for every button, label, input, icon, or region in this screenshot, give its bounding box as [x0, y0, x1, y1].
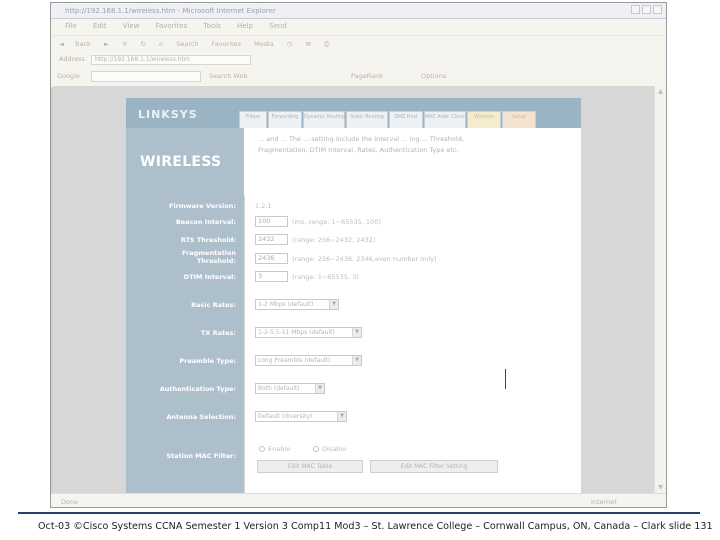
footer-divider	[18, 512, 700, 514]
history-icon[interactable]: ◷	[287, 40, 293, 48]
radio-icon	[313, 446, 319, 452]
search-web-button[interactable]: Search Web	[209, 72, 248, 80]
rts-threshold-input[interactable]: 2432	[255, 234, 288, 245]
basic-rates-label: Basic Rates:	[191, 301, 236, 309]
mac-filter-label: Station MAC Filter:	[166, 452, 236, 460]
menu-edit[interactable]: Edit	[93, 22, 107, 30]
intro-line-2: Fragmentation, DTIM Interval, Rates, Aut…	[258, 146, 459, 154]
antenna-value: Default (diversity)	[258, 413, 313, 420]
search-button[interactable]: Search	[176, 40, 198, 48]
intro-line-1: ... and ... The ... setting include the …	[258, 135, 464, 143]
menu-help[interactable]: Help	[237, 22, 253, 30]
mac-filter-enable-label: Enable	[268, 445, 291, 453]
title-bar: http://192.168.1.1/wireless.htm - Micros…	[51, 3, 666, 19]
router-header: LINKSYS Filters Forwarding Dynamic Routi…	[126, 98, 581, 196]
menu-bar: File Edit View Favorites Tools Help Send	[51, 19, 666, 35]
menu-favorites[interactable]: Favorites	[156, 22, 188, 30]
preamble-select[interactable]: Long Preamble (default) ▼	[255, 355, 362, 366]
beacon-hint: (ms, range: 1~65535, 100)	[292, 218, 381, 226]
status-bar: Done Internet	[51, 493, 666, 507]
address-label: Address	[59, 55, 85, 63]
internet-zone: Internet	[591, 498, 617, 506]
firmware-value: 1.2.1	[255, 202, 272, 210]
minimize-button[interactable]	[631, 5, 640, 14]
fragmentation-input[interactable]: 2436	[255, 253, 288, 264]
dtim-hint: (range: 1~65535, 3)	[292, 273, 359, 281]
logo-bar: LINKSYS Filters Forwarding Dynamic Routi…	[126, 98, 581, 130]
tx-rates-select[interactable]: 1-2-5.5-11 Mbps (default) ▼	[255, 327, 362, 338]
forward-icon[interactable]: ►	[104, 40, 109, 48]
dtim-interval-input[interactable]: 3	[255, 271, 288, 282]
intro-text: ... and ... The ... setting include the …	[244, 128, 581, 196]
chevron-down-icon: ▼	[315, 384, 324, 393]
mac-filter-enable-radio[interactable]: Enable	[259, 445, 290, 453]
antenna-select[interactable]: Default (diversity) ▼	[255, 411, 347, 422]
authentication-value: Both (default)	[258, 385, 300, 392]
status-text: Done	[61, 498, 79, 506]
chevron-down-icon: ▼	[352, 328, 361, 337]
beacon-interval-input[interactable]: 100	[255, 216, 288, 227]
rts-hint: (range: 256~2432, 2432)	[292, 236, 376, 244]
preamble-value: Long Preamble (default)	[258, 357, 331, 364]
slide-footer: Oct-03 ©Cisco Systems CCNA Semester 1 Ve…	[38, 521, 713, 532]
pagerank-button[interactable]: PageRank	[351, 72, 383, 80]
home-icon[interactable]: ⌂	[159, 40, 163, 48]
google-toolbar: Google Search Web PageRank Options	[51, 67, 666, 87]
rts-label: RTS Threshold:	[180, 236, 236, 244]
browser-window: http://192.168.1.1/wireless.htm - Micros…	[50, 2, 667, 508]
dtim-label: DTIM Interval:	[183, 273, 236, 281]
beacon-label: Beacon Interval:	[175, 218, 236, 226]
menu-send[interactable]: Send	[269, 22, 287, 30]
chevron-down-icon: ▼	[329, 300, 338, 309]
basic-rates-select[interactable]: 1-2 Mbps (default) ▼	[255, 299, 339, 310]
chevron-down-icon: ▼	[352, 356, 361, 365]
section-title: WIRELESS	[140, 154, 222, 170]
section-title-block: WIRELESS	[126, 128, 244, 196]
google-logo[interactable]: Google	[57, 72, 80, 80]
print-icon[interactable]: ⎙	[324, 40, 329, 48]
maximize-button[interactable]	[642, 5, 651, 14]
media-button[interactable]: Media	[254, 40, 274, 48]
authentication-label: Authentication Type:	[159, 385, 236, 393]
page-content: LINKSYS Filters Forwarding Dynamic Routi…	[53, 86, 654, 493]
stop-icon[interactable]: ✕	[122, 40, 127, 48]
scroll-up-icon[interactable]: ▲	[657, 88, 664, 95]
close-button[interactable]	[653, 5, 662, 14]
chevron-down-icon: ▼	[337, 412, 346, 421]
back-button[interactable]: Back	[75, 40, 91, 48]
mail-icon[interactable]: ✉	[305, 40, 310, 48]
scroll-down-icon[interactable]: ▼	[657, 484, 664, 491]
edit-mac-filter-setting-button[interactable]: Edit MAC Filter Setting	[370, 460, 498, 473]
linksys-logo: LINKSYS	[138, 108, 198, 121]
toolbar: ◄ Back ► ✕ ↻ ⌂ Search Favorites Media ◷ ✉…	[51, 35, 666, 53]
preamble-label: Preamble Type:	[179, 357, 236, 365]
radio-icon	[259, 446, 265, 452]
favorites-button[interactable]: Favorites	[212, 40, 241, 48]
label-column: Firmware Version: Beacon Interval: RTS T…	[126, 196, 244, 493]
address-input[interactable]: http://192.168.1.1/wireless.htm	[91, 55, 251, 65]
vertical-scrollbar[interactable]: ▲ ▼	[654, 86, 666, 493]
google-search-input[interactable]	[91, 71, 201, 82]
edit-mac-table-button[interactable]: Edit MAC Table	[257, 460, 363, 473]
mac-filter-disable-radio[interactable]: Disable	[313, 445, 346, 453]
address-bar: Address http://192.168.1.1/wireless.htm	[51, 53, 666, 67]
menu-file[interactable]: File	[65, 22, 77, 30]
options-button[interactable]: Options	[421, 72, 446, 80]
basic-rates-value: 1-2 Mbps (default)	[258, 301, 314, 308]
authentication-select[interactable]: Both (default) ▼	[255, 383, 325, 394]
mac-filter-disable-label: Disable	[322, 445, 347, 453]
window-title: http://192.168.1.1/wireless.htm - Micros…	[65, 7, 276, 15]
menu-view[interactable]: View	[123, 22, 140, 30]
refresh-icon[interactable]: ↻	[140, 40, 145, 48]
tx-rates-value: 1-2-5.5-11 Mbps (default)	[258, 329, 335, 336]
tx-rates-label: TX Rates:	[200, 329, 236, 337]
fragmentation-hint: (range: 256~2436, 2346,even number only)	[292, 255, 437, 263]
menu-tools[interactable]: Tools	[203, 22, 220, 30]
antenna-label: Antenna Selection:	[166, 413, 236, 421]
firmware-label: Firmware Version:	[169, 202, 236, 210]
settings-form: 1.2.1 100 (ms, range: 1~65535, 100) 2432…	[244, 196, 581, 493]
text-cursor	[505, 369, 506, 389]
back-icon[interactable]: ◄	[59, 40, 64, 48]
fragmentation-label: Fragmentation Threshold:	[182, 249, 236, 265]
